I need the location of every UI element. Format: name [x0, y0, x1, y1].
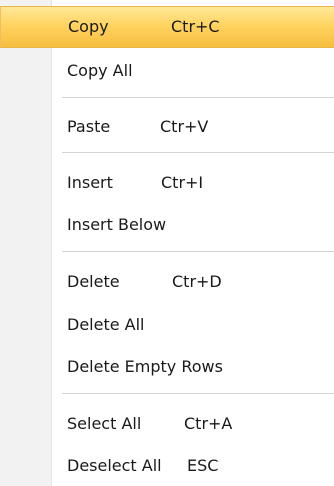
menu-item-shortcut: ESC [187, 456, 219, 475]
menu-item-shortcut: Ctr+I [161, 173, 204, 192]
menu-item-label: Deselect All [67, 456, 162, 475]
menu-item-delete-empty-rows[interactable]: Delete Empty Rows [0, 348, 334, 386]
menu-item-label: Copy All [67, 61, 133, 80]
menu-item-deselect-all[interactable]: Deselect All ESC [0, 447, 334, 485]
menu-item-shortcut: Ctr+C [171, 17, 220, 36]
context-menu: Copy Ctr+C Copy All Paste Ctr+V Insert C… [0, 0, 334, 486]
menu-item-copy[interactable]: Copy Ctr+C [0, 6, 334, 48]
menu-item-paste[interactable]: Paste Ctr+V [0, 108, 334, 146]
menu-item-label: Insert Below [67, 215, 167, 234]
menu-item-label: Select All [67, 414, 142, 433]
menu-item-delete-all[interactable]: Delete All [0, 306, 334, 344]
menu-item-copy-all[interactable]: Copy All [0, 52, 334, 90]
menu-item-label: Paste [67, 117, 111, 136]
menu-item-label: Delete All [67, 315, 145, 334]
menu-item-insert[interactable]: Insert Ctr+I [0, 164, 334, 202]
menu-separator [62, 97, 334, 98]
menu-item-label: Insert [67, 173, 113, 192]
menu-item-delete[interactable]: Delete Ctr+D [0, 263, 334, 301]
menu-separator [62, 152, 334, 153]
menu-item-select-all[interactable]: Select All Ctr+A [0, 405, 334, 443]
menu-separator [62, 393, 334, 394]
menu-item-insert-below[interactable]: Insert Below [0, 206, 334, 244]
menu-item-label: Delete [67, 272, 120, 291]
menu-item-shortcut: Ctr+D [172, 272, 222, 291]
menu-item-shortcut: Ctr+A [184, 414, 233, 433]
menu-item-shortcut: Ctr+V [160, 117, 209, 136]
menu-item-label: Copy [68, 17, 109, 36]
menu-item-label: Delete Empty Rows [67, 357, 223, 376]
menu-separator [62, 251, 334, 252]
